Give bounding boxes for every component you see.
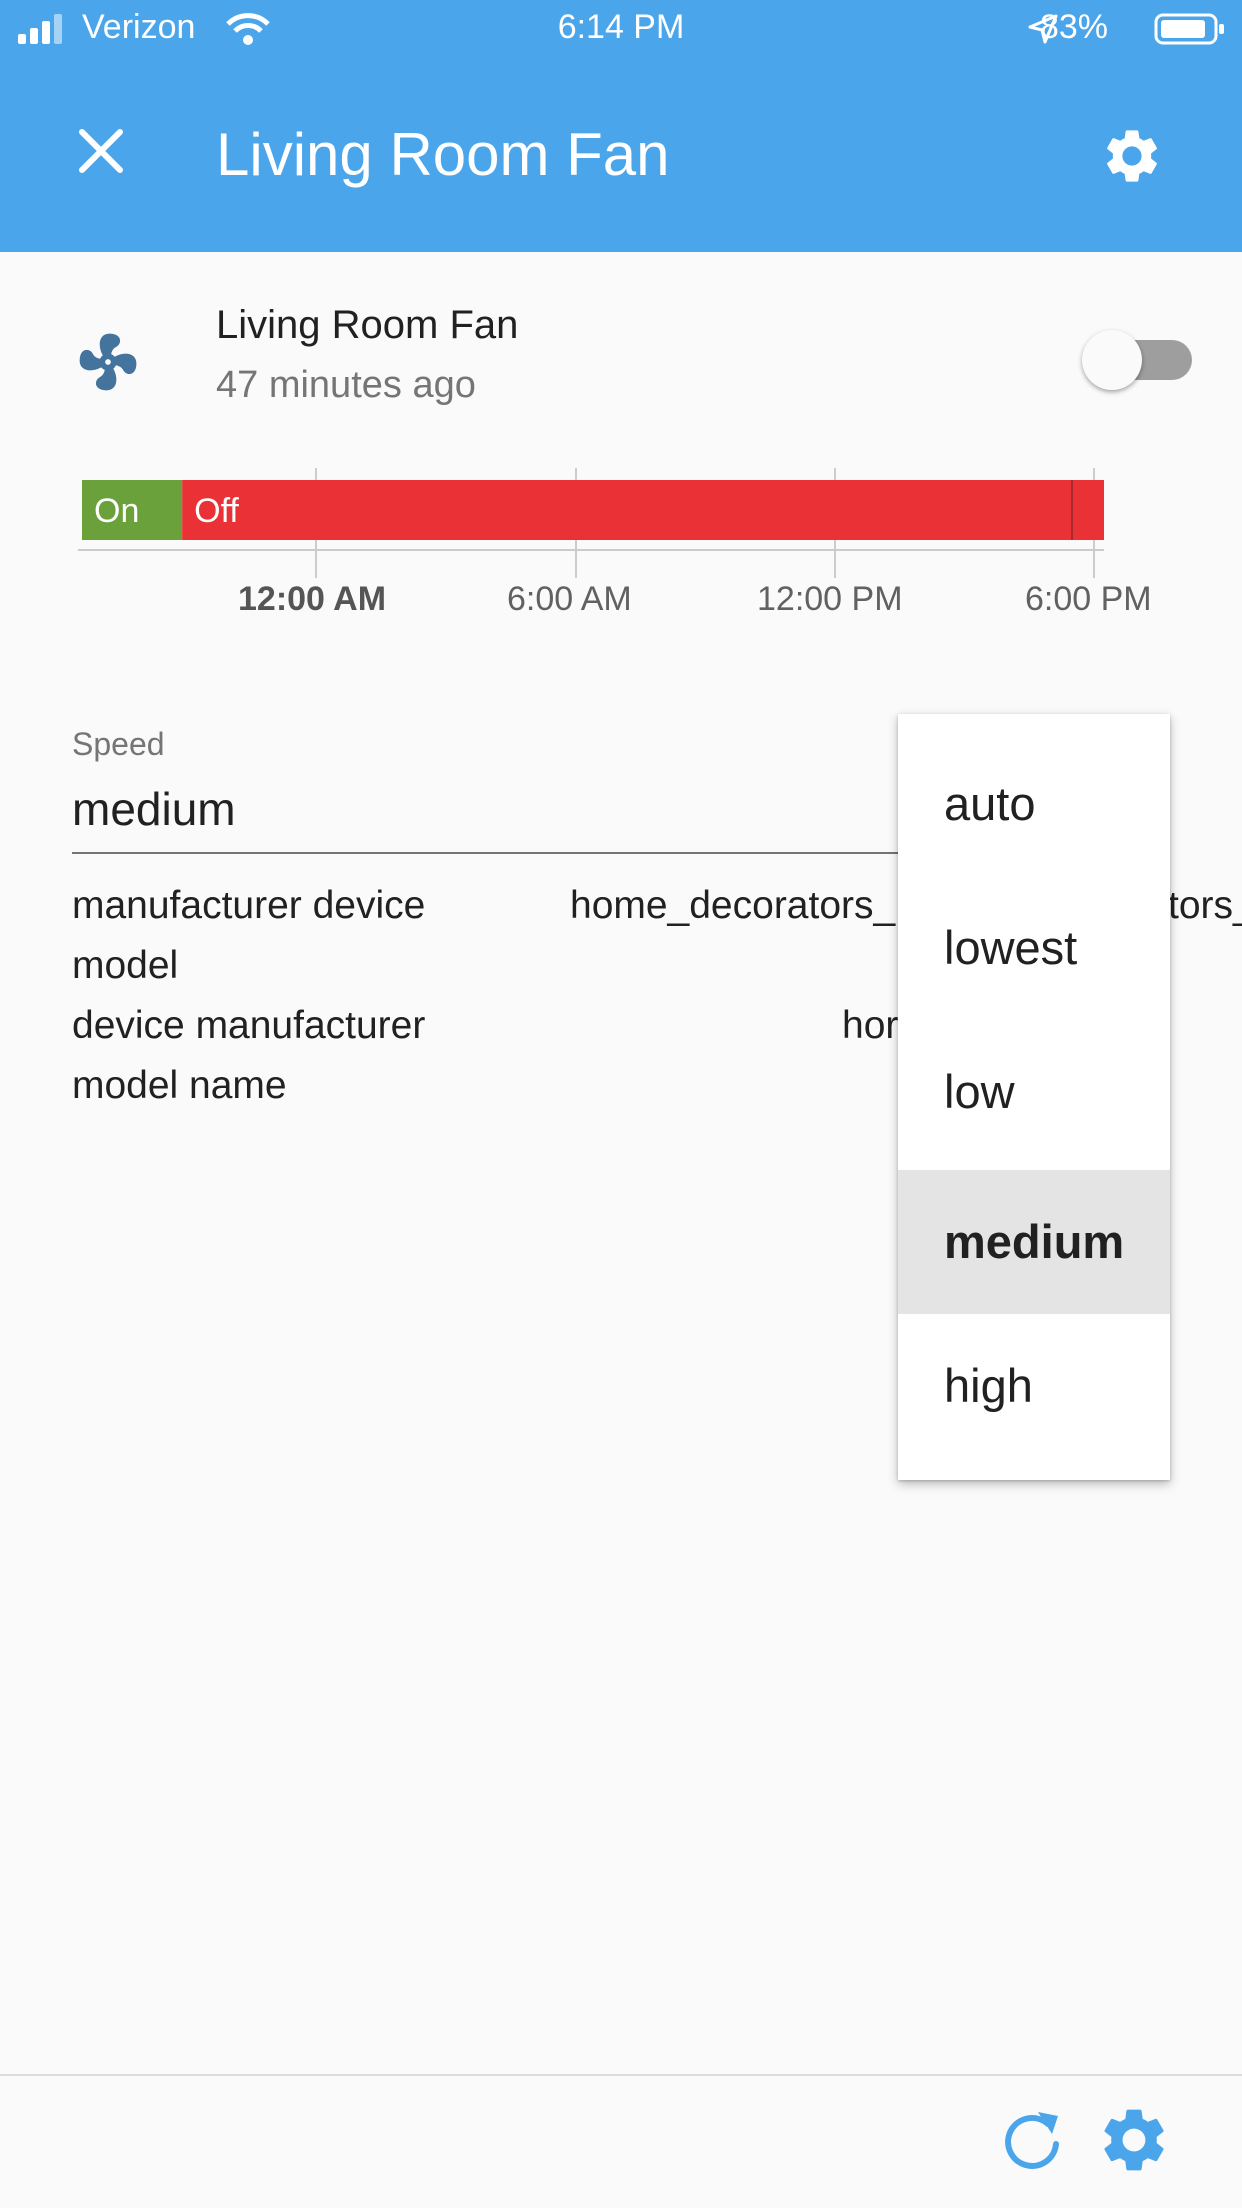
speed-option-low[interactable]: low — [898, 1020, 1170, 1164]
speed-label: Speed — [72, 726, 165, 762]
dialog-header: Living Room Fan — [0, 58, 1242, 252]
entity-name: Living Room Fan — [216, 303, 519, 347]
attribute-name-model: model — [72, 944, 179, 987]
status-bar: Verizon 6:14 PM 83% — [0, 0, 1242, 58]
axis-label-6pm: 6:00 PM — [1025, 580, 1152, 618]
refresh-icon[interactable] — [1000, 2102, 1066, 2172]
timeline-segment-off[interactable] — [182, 480, 1104, 540]
settings-gear-icon[interactable] — [1100, 124, 1164, 188]
attribute-value-device-manufacturer: hor — [842, 1004, 899, 1047]
bottom-divider — [0, 2074, 1242, 2076]
speed-option-auto[interactable]: auto — [898, 732, 1170, 876]
speed-option-lowest[interactable]: lowest — [898, 876, 1170, 1020]
speed-select[interactable]: medium — [72, 782, 236, 836]
fan-icon — [79, 333, 137, 391]
timeline-segment-label-on: On — [94, 492, 139, 530]
axis-label-6am: 6:00 AM — [507, 580, 632, 618]
battery-percent: 83% — [1039, 8, 1108, 46]
speed-option-medium[interactable]: medium — [898, 1170, 1170, 1314]
dialog-title: Living Room Fan — [216, 121, 670, 188]
timeline-segment-label-off: Off — [194, 492, 239, 530]
axis-label-12pm: 12:00 PM — [757, 580, 903, 618]
attribute-name-manufacturer-device: manufacturer device — [72, 884, 426, 927]
axis-label-12am: 12:00 AM — [238, 580, 387, 618]
settings-gear-icon[interactable] — [1096, 2102, 1172, 2178]
attribute-value-tail: tors_ — [1168, 884, 1242, 927]
battery-icon — [1154, 13, 1224, 45]
attribute-name-model-name: model name — [72, 1064, 287, 1107]
attribute-name-device-manufacturer: device manufacturer — [72, 1004, 426, 1047]
speed-dropdown-menu: auto lowest low medium high — [898, 714, 1170, 1480]
entity-last-changed: 47 minutes ago — [216, 364, 476, 406]
close-icon[interactable] — [78, 128, 124, 174]
power-toggle-knob[interactable] — [1082, 330, 1142, 390]
attribute-value-manufacturer-device-model: home_decorators_ — [570, 884, 896, 927]
speed-option-high[interactable]: high — [898, 1314, 1170, 1458]
